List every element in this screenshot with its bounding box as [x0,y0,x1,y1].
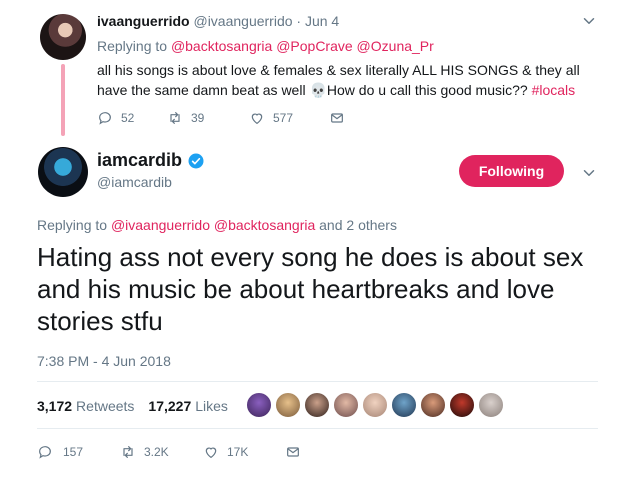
parent-dm-action[interactable] [329,110,345,126]
main-replying-handles[interactable]: @ivaanguerrido @backtosangria [111,217,315,233]
main-replying-prefix: Replying to [37,217,111,233]
parent-replying-handles[interactable]: @backtosangria @PopCrave @Ozuna_Pr [171,38,434,54]
liker-avatar[interactable] [420,392,446,418]
parent-action-bar: 52 39 577 [97,110,345,126]
retweet-stat-count: 3,172 [37,398,73,414]
liker-avatar[interactable] [304,392,330,418]
liker-avatar[interactable] [333,392,359,418]
engagement-stats: 3,172 Retweets 17,227 Likes [37,398,228,414]
like-stat[interactable]: 17,227 Likes [148,398,228,414]
liker-avatar[interactable] [449,392,475,418]
liker-avatar[interactable] [391,392,417,418]
parent-replying-to: Replying to @backtosangria @PopCrave @Oz… [97,38,434,54]
main-like-count: 17K [227,445,249,459]
main-reply-count: 157 [63,445,84,459]
main-action-bar: 157 3.2K 17K [37,444,301,460]
liker-avatar[interactable] [246,392,272,418]
main-chevron-down-icon[interactable] [580,164,598,182]
verified-badge-icon [188,153,204,168]
parent-retweet-action[interactable]: 39 [167,110,249,126]
heart-icon [205,447,217,459]
main-replying-to: Replying to @ivaanguerrido @backtosangri… [37,217,397,233]
parent-avatar[interactable] [40,14,86,60]
main-reply-action[interactable]: 157 [37,444,120,460]
main-avatar[interactable] [38,147,88,197]
parent-reply-count: 52 [121,111,135,125]
parent-display-name[interactable]: ivaanguerrido [97,13,190,29]
retweet-stat[interactable]: 3,172 Retweets [37,398,134,414]
liker-avatars [246,392,507,418]
main-replying-suffix[interactable]: and 2 others [315,217,397,233]
parent-reply-action[interactable]: 52 [97,110,167,126]
hashtag-link[interactable]: #locals [532,82,576,98]
following-button[interactable]: Following [459,155,564,187]
parent-handle[interactable]: @ivaanguerrido [193,13,292,29]
reply-icon [99,112,111,125]
main-retweet-count: 3.2K [144,445,169,459]
main-name-row: iamcardib [97,150,205,171]
retweet-icon [170,112,180,124]
liker-avatar[interactable] [478,392,504,418]
envelope-icon [287,447,299,457]
main-retweet-action[interactable]: 3.2K [120,444,203,460]
parent-retweet-count: 39 [191,111,205,125]
parent-date[interactable]: · Jun 4 [296,13,339,29]
parent-like-action[interactable]: 577 [249,110,329,126]
parent-replying-prefix: Replying to [97,38,171,54]
reply-icon [39,446,51,459]
heart-icon [251,113,263,125]
thread-connector-line [61,64,65,136]
main-dm-action[interactable] [285,444,301,460]
parent-like-count: 577 [273,111,294,125]
like-stat-label: Likes [195,398,228,414]
parent-tweet-text: all his songs is about love & females & … [97,60,597,100]
liker-avatar[interactable] [275,392,301,418]
retweet-stat-label: Retweets [76,398,135,414]
main-like-action[interactable]: 17K [203,444,285,460]
liker-avatar[interactable] [362,392,388,418]
main-tweet-text: Hating ass not every song he does is abo… [37,242,584,336]
like-stat-count: 17,227 [148,398,192,414]
parent-text-after-emoji: How do u call this good music?? [326,82,532,98]
main-timestamp[interactable]: 7:38 PM - 4 Jun 2018 [37,353,171,369]
parent-chevron-down-icon[interactable] [580,12,598,30]
parent-tweet-header: ivaanguerrido @ivaanguerrido · Jun 4 [97,13,339,29]
envelope-icon [331,113,343,123]
retweet-icon [123,446,133,458]
skull-emoji: 💀 [309,82,327,98]
main-display-name[interactable]: iamcardib [97,150,182,171]
main-handle[interactable]: @iamcardib [97,174,172,190]
divider-bottom [37,428,598,429]
divider-top [37,381,598,382]
